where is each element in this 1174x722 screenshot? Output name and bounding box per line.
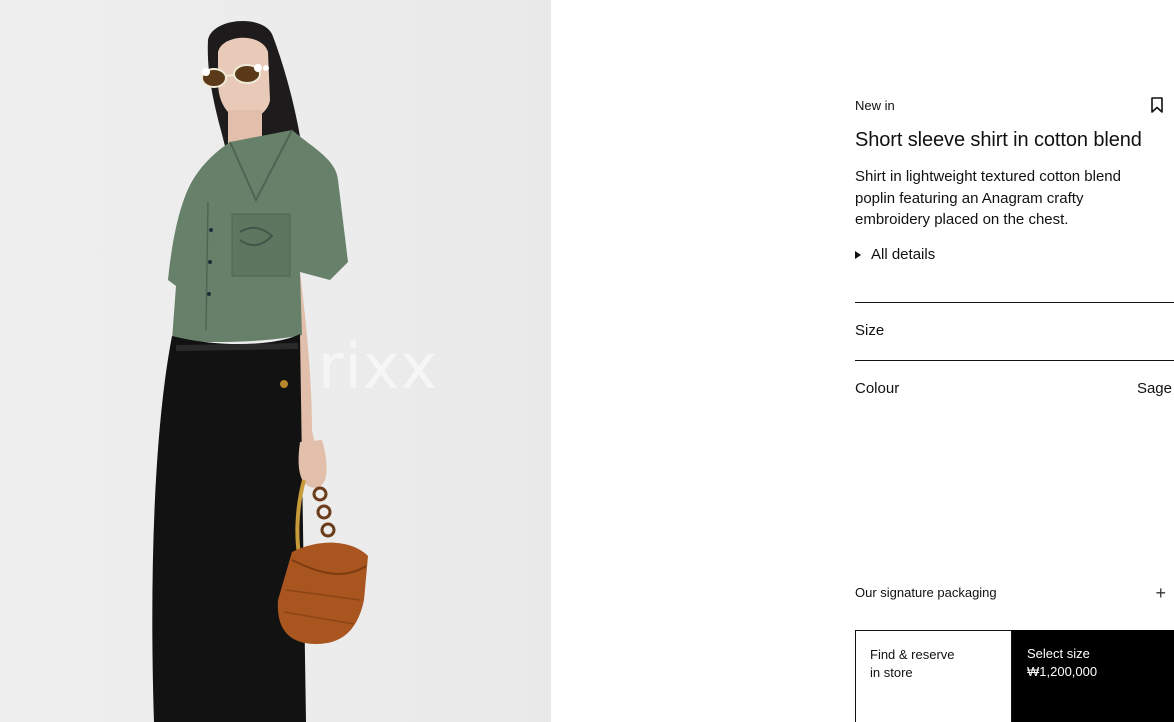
size-label: Size: [855, 322, 885, 339]
plus-icon[interactable]: +: [1155, 584, 1166, 602]
all-details-toggle[interactable]: All details: [855, 246, 935, 263]
all-details-label: All details: [871, 246, 936, 263]
divider: [855, 302, 1174, 303]
select-size-label: Select size: [1027, 646, 1090, 661]
product-image[interactable]: rixx: [0, 0, 551, 722]
bookmark-icon[interactable]: [1151, 97, 1167, 115]
colour-row: Colour Sage: [855, 380, 1172, 397]
find-reserve-line2: in store: [870, 665, 913, 680]
find-reserve-line1: Find & reserve: [870, 647, 955, 662]
select-size-button[interactable]: Select size ₩1,200,000: [1012, 630, 1174, 722]
find-reserve-button[interactable]: Find & reserve in store: [855, 630, 1012, 722]
bookmark-icon-svg: [1151, 97, 1163, 113]
caret-right-icon: [855, 250, 861, 259]
colour-label: Colour: [855, 380, 900, 397]
product-description: Shirt in lightweight textured cotton ble…: [855, 168, 1121, 228]
new-in-badge: New in: [855, 98, 895, 113]
price: ₩1,200,000: [1027, 664, 1098, 679]
divider: [855, 360, 1174, 361]
product-details-panel: New in Short sleeve shirt in cotton blen…: [855, 0, 1174, 722]
packaging-label: Our signature packaging: [855, 585, 997, 600]
signature-packaging-toggle[interactable]: Our signature packaging +: [855, 584, 1172, 602]
model-illustration: [152, 21, 368, 722]
colour-value: Sage: [1136, 380, 1172, 397]
product-title: Short sleeve shirt in cotton blend: [855, 129, 1142, 151]
size-selector[interactable]: Size: [855, 322, 1172, 339]
